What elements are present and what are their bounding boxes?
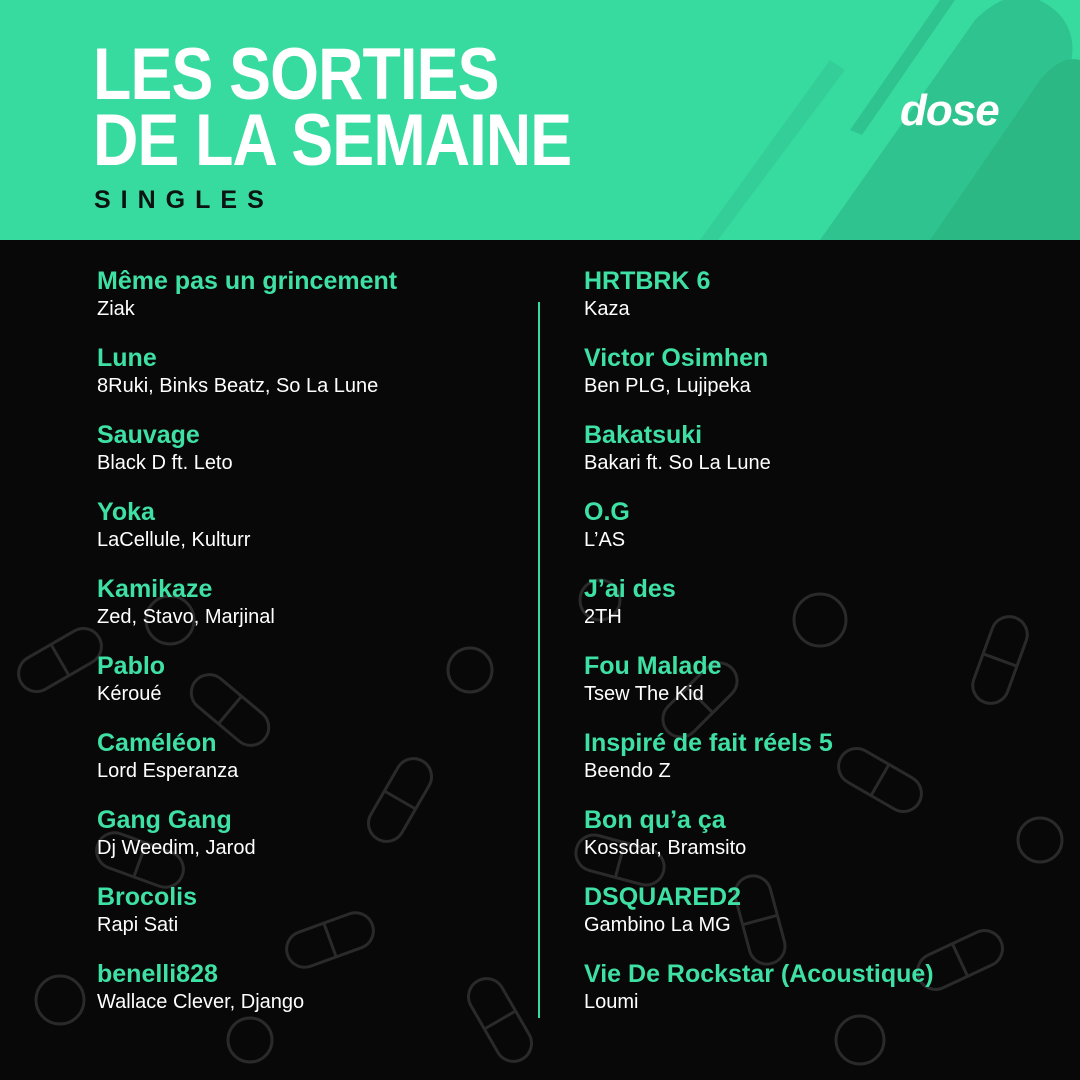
song-artists: Lord Esperanza	[97, 760, 239, 782]
song-title: Sauvage	[97, 421, 200, 449]
song-title: Gang Gang	[97, 806, 232, 834]
song-title: Inspiré de fait réels 5	[584, 729, 833, 757]
list-item: J’ai des 2TH	[584, 573, 934, 650]
song-artists: Kossdar, Bramsito	[584, 837, 747, 859]
song-artists: Ziak	[97, 298, 135, 320]
page-title: LES SORTIES DE LA SEMAINE	[93, 34, 572, 181]
list-item: O.G L’AS	[584, 496, 934, 573]
song-artists: LaCellule, Kulturr	[97, 529, 251, 551]
singles-list-right: HRTBRK 6 Kaza Victor Osimhen Ben PLG, Luji…	[584, 265, 934, 1035]
list-item: Fou Malade Tsew The Kid	[584, 650, 934, 727]
song-title: DSQUARED2	[584, 883, 741, 911]
list-item: Lune 8Ruki, Binks Beatz, So La Lune	[97, 342, 397, 419]
song-artists: Beendo Z	[584, 760, 671, 782]
song-title: Brocolis	[97, 883, 198, 911]
song-title: Yoka	[97, 498, 155, 526]
list-item: Inspiré de fait réels 5 Beendo Z	[584, 727, 934, 804]
brand-logo: dose	[900, 86, 1000, 135]
song-artists: L’AS	[584, 529, 626, 551]
song-title: Kamikaze	[97, 575, 213, 603]
column-divider	[538, 302, 540, 1018]
song-title: Lune	[97, 344, 157, 372]
list-item: Victor Osimhen Ben PLG, Lujipeka	[584, 342, 934, 419]
song-title: benelli828	[97, 960, 218, 988]
song-title: Vie De Rockstar (Acoustique)	[584, 960, 934, 988]
list-item: Pablo Kéroué	[97, 650, 397, 727]
list-item: benelli828 Wallace Clever, Django	[97, 958, 397, 1035]
song-title: HRTBRK 6	[584, 267, 711, 295]
singles-list-left: Même pas un grincement Ziak Lune 8Ruki, Bi…	[97, 265, 397, 1035]
list-item: Gang Gang Dj Weedim, Jarod	[97, 804, 397, 881]
list-item: Sauvage Black D ft. Leto	[97, 419, 397, 496]
song-artists: Kaza	[584, 298, 630, 320]
list-item: Bon qu’a ça Kossdar, Bramsito	[584, 804, 934, 881]
song-artists: 2TH	[584, 606, 622, 628]
list-item: Kamikaze Zed, Stavo, Marjinal	[97, 573, 397, 650]
header-banner: LES SORTIES DE LA SEMAINE SINGLES dose	[0, 0, 1080, 240]
list-item: Brocolis Rapi Sati	[97, 881, 397, 958]
list-item: DSQUARED2 Gambino La MG	[584, 881, 934, 958]
song-artists: Dj Weedim, Jarod	[97, 837, 256, 859]
song-title: Fou Malade	[584, 652, 722, 680]
song-title: Victor Osimhen	[584, 344, 769, 372]
list-item: Caméléon Lord Esperanza	[97, 727, 397, 804]
song-artists: 8Ruki, Binks Beatz, So La Lune	[97, 375, 379, 397]
song-artists: Loumi	[584, 991, 639, 1013]
section-subtitle: SINGLES	[94, 186, 274, 214]
song-title: Pablo	[97, 652, 166, 680]
list-item: Bakatsuki Bakari ft. So La Lune	[584, 419, 934, 496]
song-title: Même pas un grincement	[97, 267, 398, 295]
song-artists: Rapi Sati	[97, 914, 179, 936]
song-title: Bon qu’a ça	[584, 806, 726, 834]
list-item: Vie De Rockstar (Acoustique) Loumi	[584, 958, 934, 1035]
song-artists: Bakari ft. So La Lune	[584, 452, 771, 474]
list-item: HRTBRK 6 Kaza	[584, 265, 934, 342]
song-artists: Gambino La MG	[584, 914, 731, 936]
song-artists: Wallace Clever, Django	[97, 991, 305, 1013]
song-artists: Kéroué	[97, 683, 162, 705]
song-artists: Tsew The Kid	[584, 683, 704, 705]
song-title: J’ai des	[584, 575, 676, 603]
title-line-2: DE LA SEMAINE	[93, 100, 572, 181]
list-item: Même pas un grincement Ziak	[97, 265, 397, 342]
list-item: Yoka LaCellule, Kulturr	[97, 496, 397, 573]
song-artists: Black D ft. Leto	[97, 452, 233, 474]
title-line-1: LES SORTIES	[93, 34, 500, 115]
song-title: O.G	[584, 498, 630, 526]
song-title: Caméléon	[97, 729, 217, 757]
song-title: Bakatsuki	[584, 421, 703, 449]
song-artists: Ben PLG, Lujipeka	[584, 375, 751, 397]
song-artists: Zed, Stavo, Marjinal	[97, 606, 275, 628]
